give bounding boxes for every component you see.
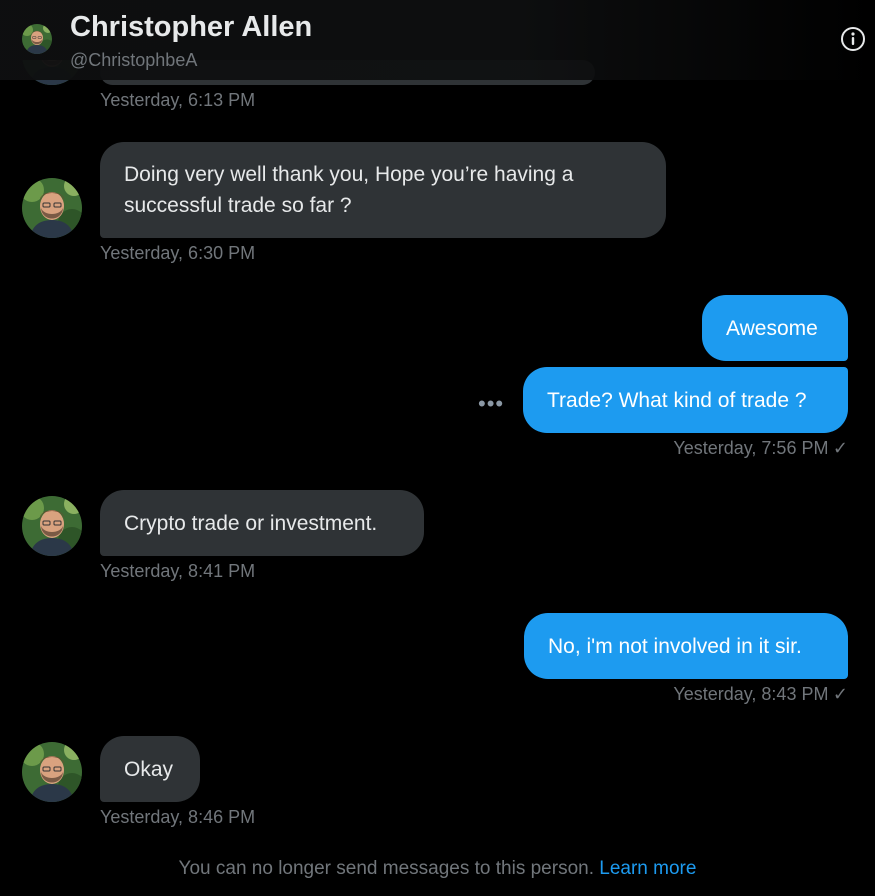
message-meta: Yesterday, 7:56 PM ✓ [600, 438, 848, 459]
message-text: Okay [124, 757, 174, 781]
message-timestamp: Yesterday, 8:41 PM [100, 561, 256, 581]
message-text: Doing very well thank you, Hope you’re h… [124, 163, 574, 186]
info-icon[interactable] [840, 26, 866, 52]
message-text: Awesome [726, 316, 818, 340]
conversation-header: Christopher Allen @ChristophbeA [0, 0, 875, 80]
message-bubble-incoming[interactable]: Doing very well thank you, Hope you’re h… [100, 142, 666, 238]
message-timestamp: Yesterday, 7:56 PM [673, 438, 829, 458]
message-bubble-outgoing[interactable]: Awesome [702, 295, 848, 361]
messaging-disabled-notice: You can no longer send messages to this … [0, 858, 875, 880]
contact-name[interactable]: Christopher Allen [70, 11, 312, 44]
message-timestamp: Yesterday, 8:43 PM [673, 684, 829, 704]
message-text: Crypto trade or investment. [124, 511, 378, 535]
contact-handle: @ChristophbeA [70, 50, 198, 70]
notice-text: You can no longer send messages to this … [178, 858, 594, 879]
message-bubble-outgoing[interactable]: Trade? What kind of trade ? [523, 367, 848, 433]
message-text: Trade? What kind of trade ? [547, 388, 807, 412]
avatar[interactable] [22, 742, 82, 802]
more-horizontal-icon[interactable]: ••• [478, 391, 504, 417]
message-timestamp: Yesterday, 6:30 PM [100, 243, 256, 263]
message-timestamp: Yesterday, 6:13 PM [100, 90, 256, 110]
message-meta: Yesterday, 8:43 PM ✓ [600, 684, 848, 705]
header-avatar[interactable] [22, 24, 52, 54]
message-bubble-incoming[interactable]: Crypto trade or investment. [100, 490, 424, 556]
avatar[interactable] [22, 496, 82, 556]
message-timestamp: Yesterday, 8:46 PM [100, 807, 256, 827]
sent-check-icon: ✓ [832, 438, 848, 458]
sent-check-icon: ✓ [832, 684, 848, 704]
message-bubble-incoming[interactable]: Okay [100, 736, 200, 802]
learn-more-link[interactable]: Learn more [599, 858, 696, 879]
message-bubble-outgoing[interactable]: No, i'm not involved in it sir. [524, 613, 848, 679]
message-text: successful trade so far ? [124, 194, 352, 217]
message-text: No, i'm not involved in it sir. [548, 634, 802, 658]
avatar[interactable] [22, 178, 82, 238]
